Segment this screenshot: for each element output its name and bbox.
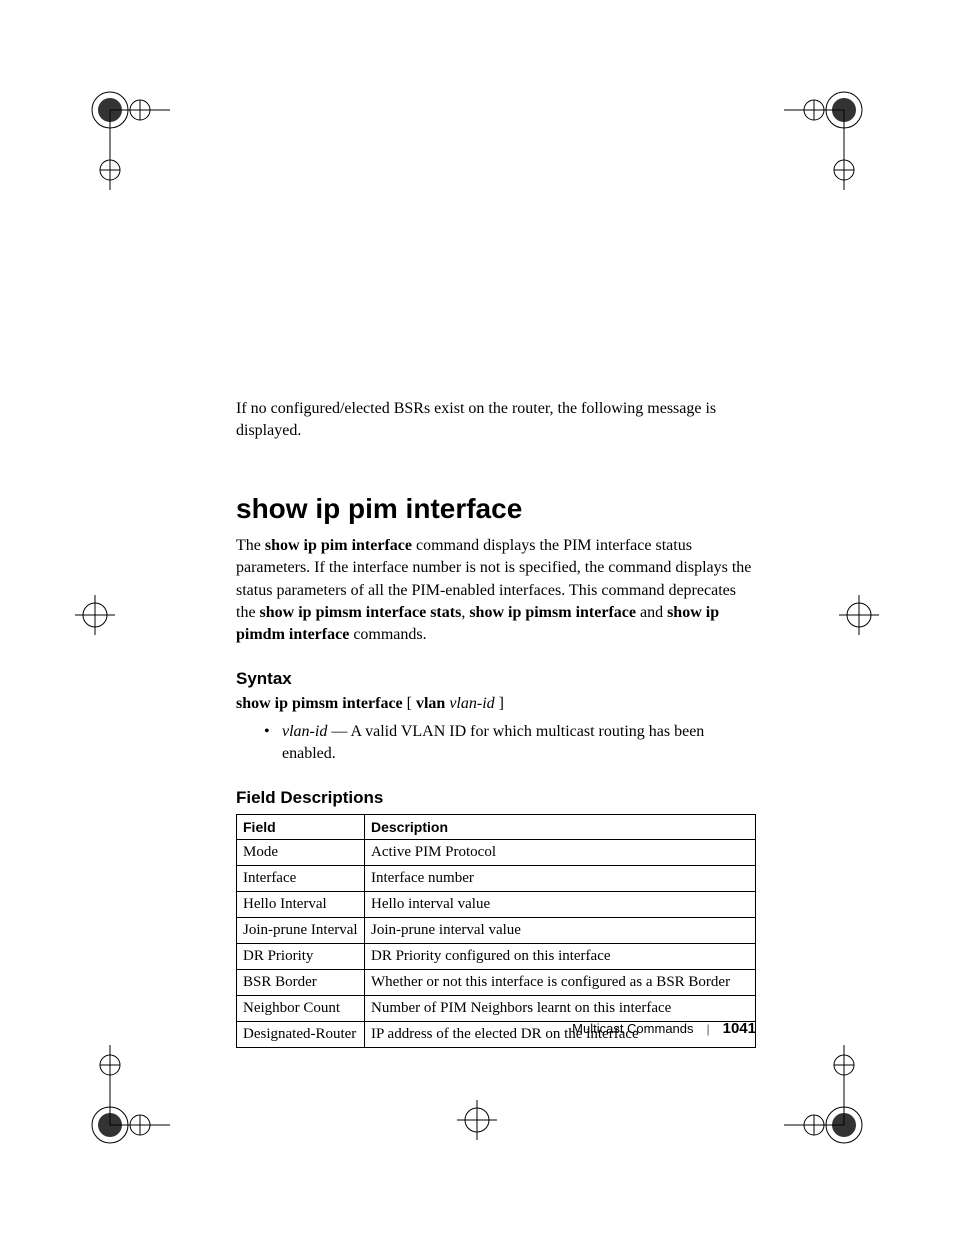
desc-cmd-bold: show ip pimsm interface (469, 604, 636, 621)
table-row: DR PriorityDR Priority configured on thi… (237, 943, 756, 969)
table-cell-desc: Interface number (365, 865, 756, 891)
crop-mark-bottom-left (80, 1035, 180, 1155)
syntax-param: vlan-id (449, 695, 494, 712)
table-header-row: Field Description (237, 814, 756, 839)
table-cell-field: BSR Border (237, 969, 365, 995)
table-cell-field: Hello Interval (237, 891, 365, 917)
syntax-bracket: ] (495, 695, 504, 712)
table-cell-field: Interface (237, 865, 365, 891)
syntax-line: show ip pimsm interface [ vlan vlan-id ] (236, 695, 756, 713)
field-desc-heading: Field Descriptions (236, 788, 756, 808)
desc-text: commands. (349, 626, 426, 643)
table-cell-field: DR Priority (237, 943, 365, 969)
syntax-cmd: show ip pimsm interface (236, 695, 403, 712)
command-heading: show ip pim interface (236, 493, 756, 525)
syntax-heading: Syntax (236, 669, 756, 689)
table-row: ModeActive PIM Protocol (237, 839, 756, 865)
page-content: If no configured/elected BSRs exist on t… (236, 398, 756, 1048)
table-cell-field: Neighbor Count (237, 995, 365, 1021)
table-cell-desc: DR Priority configured on this interface (365, 943, 756, 969)
table-cell-desc: Number of PIM Neighbors learnt on this i… (365, 995, 756, 1021)
desc-text: and (636, 604, 667, 621)
crop-mark-mid-left (70, 590, 120, 640)
footer-page-number: 1041 (723, 1020, 756, 1037)
syntax-bullet-list: vlan-id — A valid VLAN ID for which mult… (264, 721, 756, 766)
table-row: Neighbor CountNumber of PIM Neighbors le… (237, 995, 756, 1021)
footer-separator: | (707, 1021, 710, 1036)
bullet-text: — A valid VLAN ID for which multicast ro… (282, 723, 704, 762)
command-description: The show ip pim interface command displa… (236, 535, 756, 647)
table-row: Hello IntervalHello interval value (237, 891, 756, 917)
field-table: Field Description ModeActive PIM Protoco… (236, 814, 756, 1048)
desc-cmd-bold: show ip pim interface (265, 537, 412, 554)
table-cell-desc: Hello interval value (365, 891, 756, 917)
table-cell-desc: Active PIM Protocol (365, 839, 756, 865)
syntax-bracket: [ (403, 695, 416, 712)
table-cell-desc: Join-prune interval value (365, 917, 756, 943)
table-cell-desc: Whether or not this interface is configu… (365, 969, 756, 995)
table-cell-field: Join-prune Interval (237, 917, 365, 943)
syntax-bullet: vlan-id — A valid VLAN ID for which mult… (264, 721, 756, 766)
intro-paragraph: If no configured/elected BSRs exist on t… (236, 398, 756, 443)
table-row: Join-prune IntervalJoin-prune interval v… (237, 917, 756, 943)
syntax-keyword: vlan (416, 695, 445, 712)
crop-mark-top-right (774, 80, 874, 200)
page-footer: Multicast Commands | 1041 (236, 1020, 756, 1037)
bullet-term: vlan-id (282, 723, 327, 740)
crop-mark-bottom-center (452, 1095, 502, 1145)
desc-text: The (236, 537, 265, 554)
crop-mark-top-left (80, 80, 180, 200)
table-header-desc: Description (365, 814, 756, 839)
crop-mark-bottom-right (774, 1035, 874, 1155)
table-row: BSR BorderWhether or not this interface … (237, 969, 756, 995)
table-cell-field: Mode (237, 839, 365, 865)
desc-cmd-bold: show ip pimsm interface stats (260, 604, 462, 621)
table-row: InterfaceInterface number (237, 865, 756, 891)
footer-section-name: Multicast Commands (572, 1021, 693, 1036)
crop-mark-mid-right (834, 590, 884, 640)
table-header-field: Field (237, 814, 365, 839)
